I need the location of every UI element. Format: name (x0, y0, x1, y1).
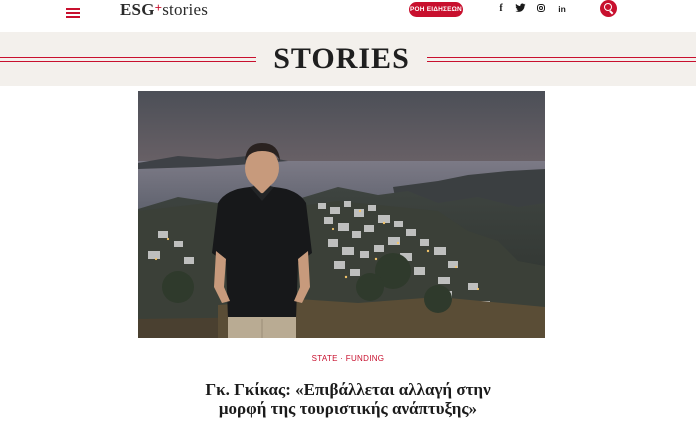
linkedin-icon[interactable]: in (556, 3, 568, 15)
section-title: STORIES (273, 42, 410, 75)
article-image[interactable] (138, 91, 545, 338)
site-logo[interactable]: ESG+stories (120, 0, 208, 20)
article-category: STATE · FUNDING (0, 354, 696, 363)
facebook-icon[interactable]: f (497, 3, 505, 15)
category-link[interactable]: STATE · FUNDING (312, 354, 385, 363)
news-feed-button[interactable]: ΡΟΗ ΕΙΔΗΣΕΩΝ (409, 2, 463, 17)
banner-rule-left (0, 57, 256, 62)
top-navigation-bar: ESG+stories ΡΟΗ ΕΙΔΗΣΕΩΝ f in (0, 0, 696, 32)
section-banner: STORIES (0, 32, 696, 86)
article-headline[interactable]: Γκ. Γκίκας: «Επιβάλλεται αλλαγή στην μορ… (188, 380, 508, 418)
twitter-icon[interactable] (515, 3, 526, 15)
instagram-icon[interactable] (536, 3, 546, 15)
banner-rule-right (427, 57, 696, 62)
menu-icon[interactable] (66, 7, 80, 19)
logo-esg-text: ESG (120, 0, 155, 19)
search-icon[interactable] (600, 0, 617, 17)
logo-stories-text: stories (162, 0, 209, 19)
